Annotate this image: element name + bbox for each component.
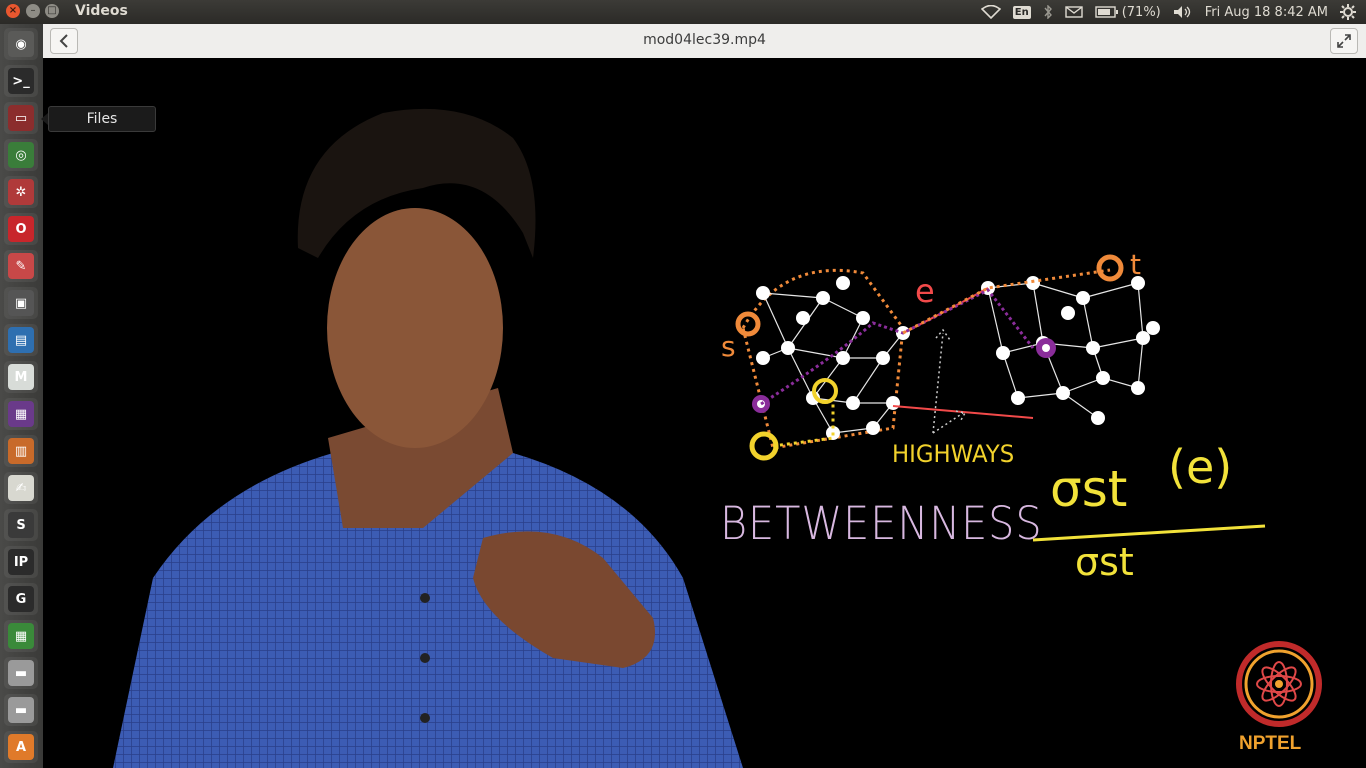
battery-percent: (71%)	[1121, 4, 1161, 20]
node-t-label: t	[1130, 248, 1141, 281]
launcher-item-files[interactable]: ▭	[4, 102, 38, 134]
drive-icon: ▬	[8, 660, 34, 686]
top-panel: × – □ Videos En (71%) Fri Aug 18 8:42 AM	[0, 0, 1366, 24]
nptel-text: NPTEL	[1239, 733, 1302, 754]
gear-icon[interactable]	[1340, 4, 1356, 20]
settings-icon: ✲	[8, 179, 34, 205]
gephi-icon: G	[8, 586, 34, 612]
bridge-edges	[760, 268, 1111, 434]
launcher-item-calc[interactable]: ▦	[4, 620, 38, 652]
launcher-item-media[interactable]: ▦	[4, 398, 38, 430]
sigma-numerator: σst	[1050, 460, 1128, 518]
node-s-label: s	[721, 330, 736, 363]
betweenness-label: BETWEENNESS	[720, 497, 1043, 550]
impress-icon: ▥	[8, 438, 34, 464]
gmail-icon: M	[8, 364, 34, 390]
launcher: ◉ >_ ▭ ◎ ✲ O ✎ ▣ ▤ M ▦ ▥ ✍ S IP G ▦ ▬ ▬ A	[0, 24, 44, 768]
ipython-icon: IP	[8, 549, 34, 575]
network-right-cluster	[981, 254, 1160, 425]
fraction-line	[1032, 524, 1266, 542]
video-player[interactable]: BETWEENNESS HIGHWAYS σst (e) σst s t e N…	[43, 58, 1366, 768]
minimize-button[interactable]: –	[26, 4, 40, 18]
launcher-item-terminal[interactable]: >_	[4, 65, 38, 97]
video-file-title: mod04lec39.mp4	[643, 32, 766, 48]
opera-icon: O	[8, 216, 34, 242]
drive2-icon: ▬	[8, 697, 34, 723]
app-title: Videos	[75, 3, 128, 19]
launcher-item-drive[interactable]: ▬	[4, 657, 38, 689]
maximize-button[interactable]: □	[45, 4, 59, 18]
close-button[interactable]: ×	[6, 4, 20, 18]
writer-icon: ▤	[8, 327, 34, 353]
video-frame	[113, 108, 1322, 768]
launcher-item-chrome[interactable]: ◎	[4, 139, 38, 171]
presenter	[113, 108, 743, 768]
sigma-denominator: σst	[1075, 540, 1134, 584]
launcher-item-drive2[interactable]: ▬	[4, 694, 38, 726]
terminal-icon: >_	[8, 68, 34, 94]
launcher-item-opera[interactable]: O	[4, 213, 38, 245]
text-editor-icon: ✍	[8, 475, 34, 501]
mail-icon[interactable]	[1065, 6, 1083, 18]
software-center-icon: A	[8, 734, 34, 760]
edge-e-label: e	[915, 272, 935, 310]
nptel-logo	[1236, 641, 1322, 727]
launcher-item-gmail[interactable]: M	[4, 361, 38, 393]
launcher-item-ipython[interactable]: IP	[4, 546, 38, 578]
dash-icon: ◉	[8, 31, 34, 57]
launcher-item-pdf-reader[interactable]: ✎	[4, 250, 38, 282]
clock[interactable]: Fri Aug 18 8:42 AM	[1205, 5, 1328, 20]
launcher-item-text-editor[interactable]: ✍	[4, 472, 38, 504]
fullscreen-button[interactable]	[1330, 28, 1358, 54]
media-icon: ▦	[8, 401, 34, 427]
bluetooth-icon[interactable]	[1043, 5, 1053, 19]
sublime-icon: S	[8, 512, 34, 538]
video-editor-icon: ▣	[8, 290, 34, 316]
launcher-item-software-center[interactable]: A	[4, 731, 38, 763]
calc-icon: ▦	[8, 623, 34, 649]
launcher-item-sublime[interactable]: S	[4, 509, 38, 541]
highways-label: HIGHWAYS	[892, 440, 1015, 468]
network-left-cluster	[735, 268, 910, 461]
launcher-item-gephi[interactable]: G	[4, 583, 38, 615]
launcher-item-video-editor[interactable]: ▣	[4, 287, 38, 319]
launcher-item-impress[interactable]: ▥	[4, 435, 38, 467]
fullscreen-icon	[1337, 34, 1351, 48]
launcher-item-writer[interactable]: ▤	[4, 324, 38, 356]
chrome-icon: ◎	[8, 142, 34, 168]
battery-indicator[interactable]: (71%)	[1095, 5, 1161, 20]
wifi-icon[interactable]	[980, 5, 1001, 19]
launcher-item-settings[interactable]: ✲	[4, 176, 38, 208]
header-bar: mod04lec39.mp4	[43, 24, 1366, 59]
keyboard-layout-indicator[interactable]: En	[1012, 5, 1031, 19]
pdf-reader-icon: ✎	[8, 253, 34, 279]
volume-icon[interactable]	[1173, 5, 1193, 19]
launcher-tooltip: Files	[48, 106, 156, 132]
sigma-numerator-arg: (e)	[1168, 440, 1233, 494]
launcher-item-dash[interactable]: ◉	[4, 28, 38, 60]
tooltip-arrow	[41, 113, 48, 125]
files-icon: ▭	[8, 105, 34, 131]
system-tray: En (71%) Fri Aug 18 8:42 AM	[980, 0, 1356, 24]
